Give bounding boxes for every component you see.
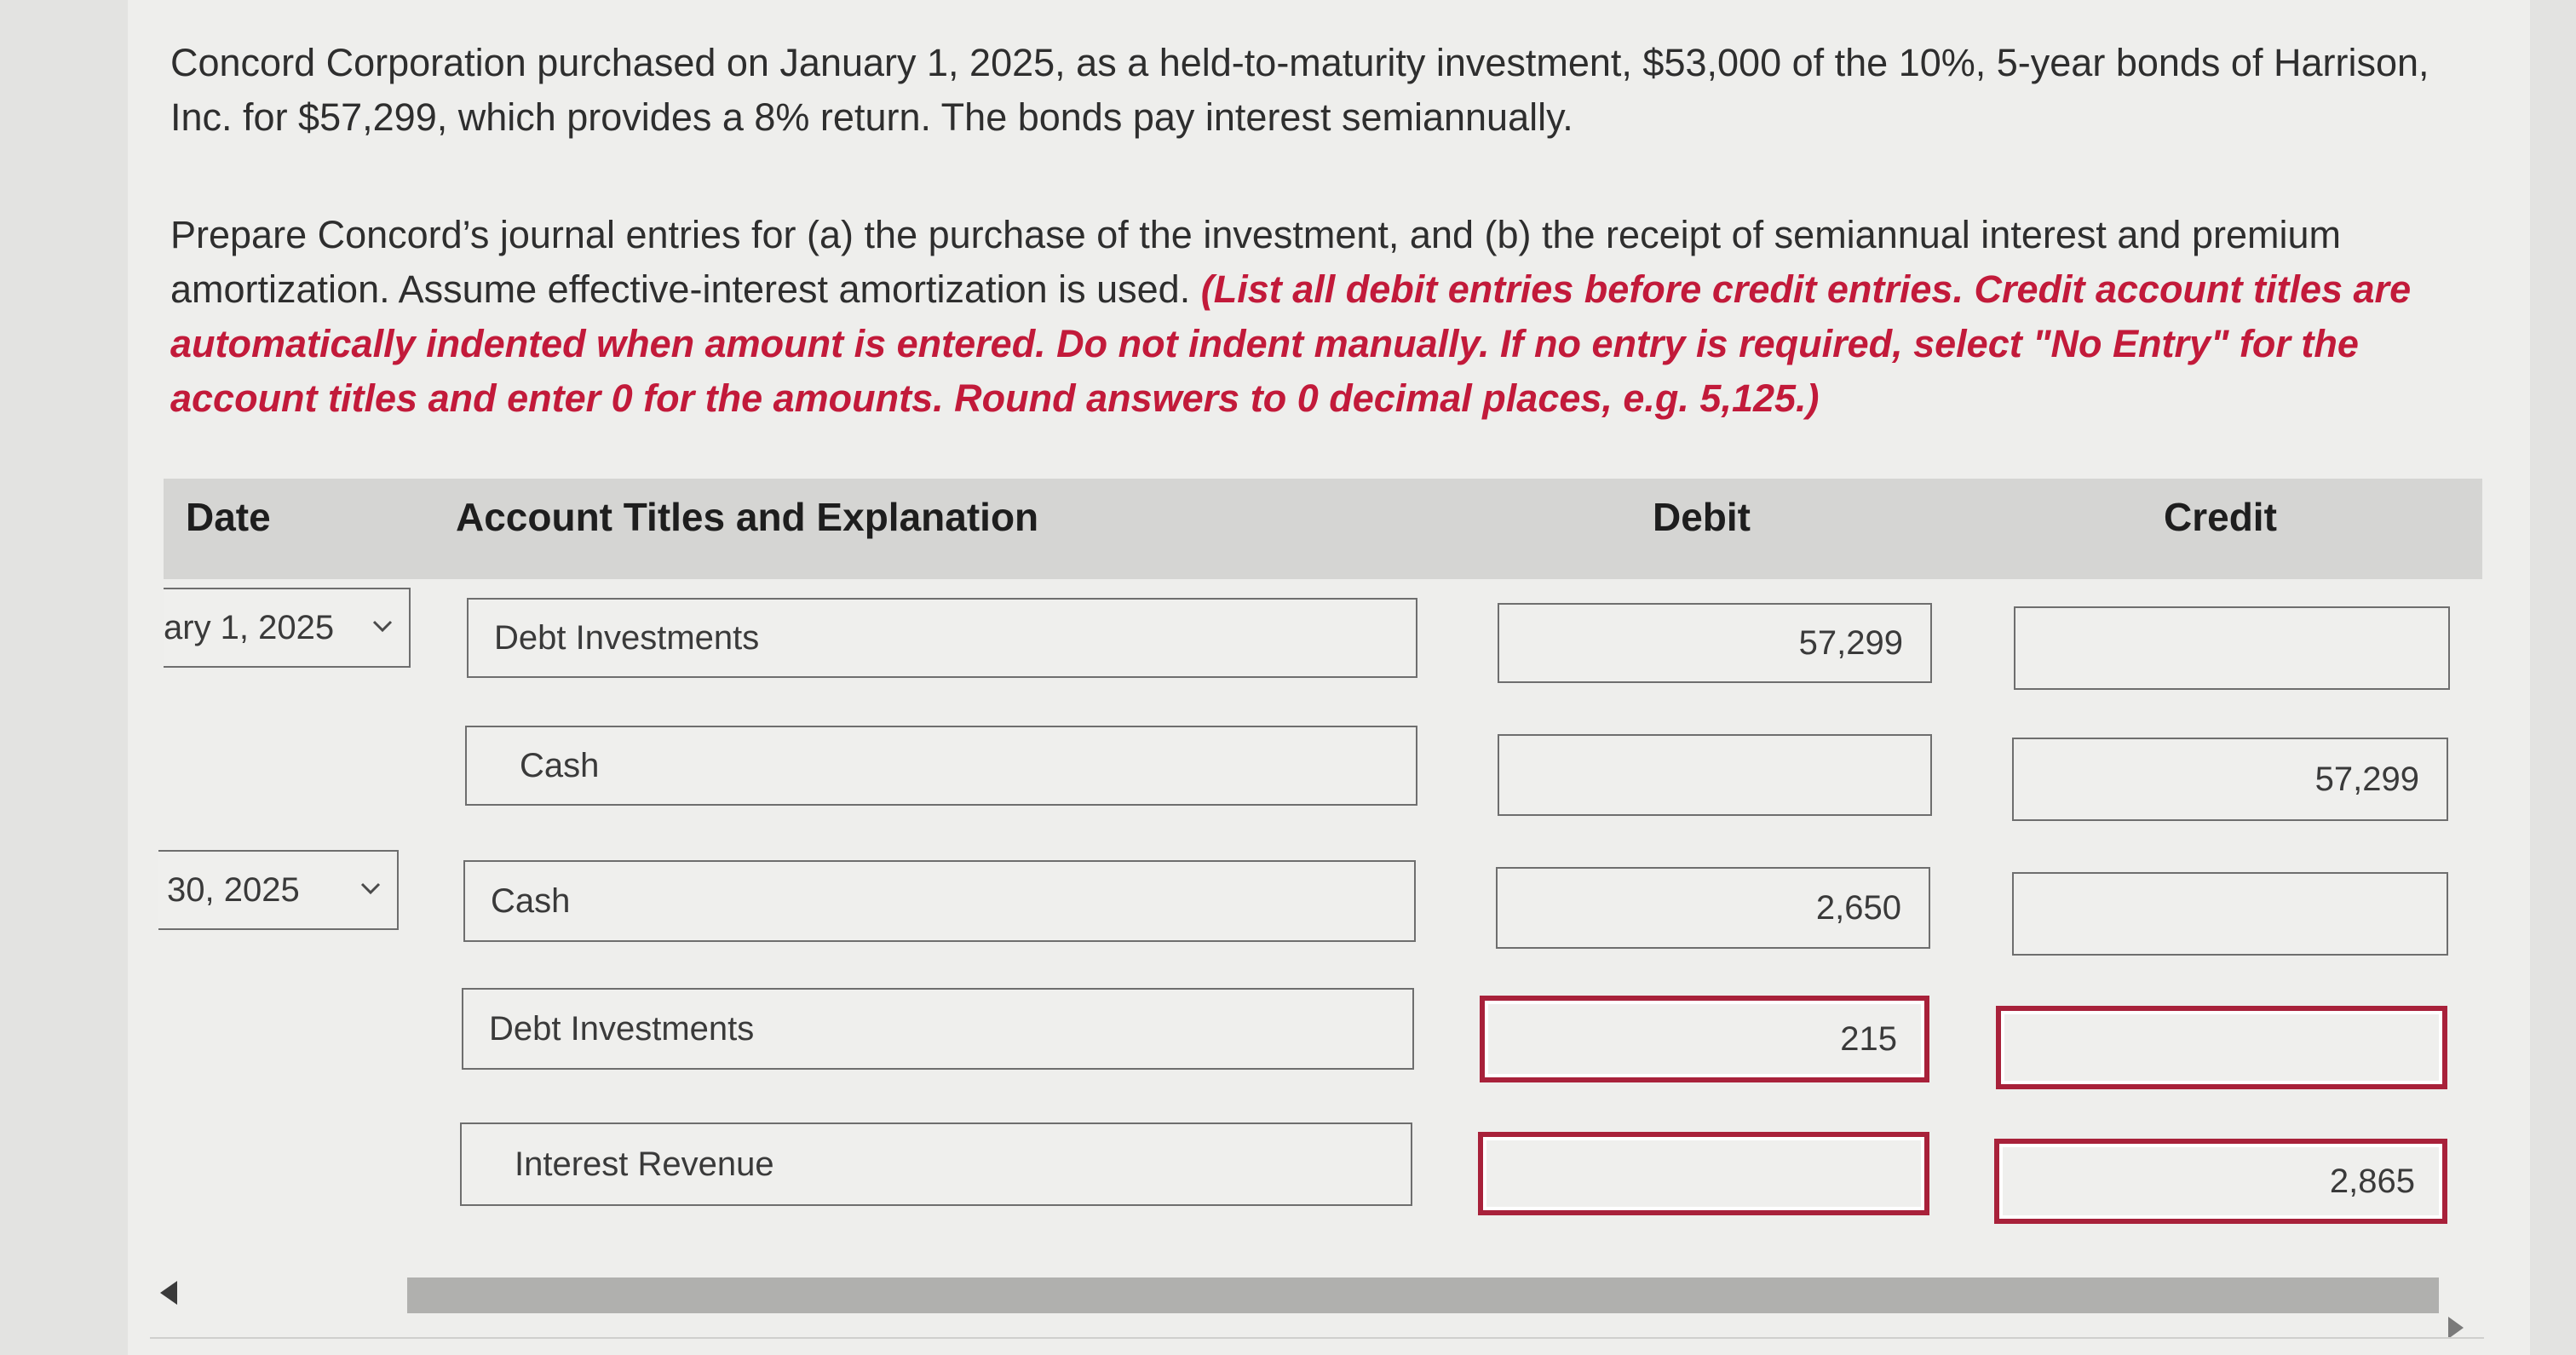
- account-value: Cash: [520, 746, 600, 784]
- debit-value: 2,650: [1815, 888, 1901, 927]
- account-field-row3[interactable]: Cash: [463, 860, 1416, 942]
- account-field-row1[interactable]: Debt Investments: [467, 598, 1417, 678]
- debit-field-row5[interactable]: [1478, 1132, 1929, 1215]
- credit-field-row2[interactable]: 57,299: [2012, 738, 2448, 821]
- debit-value: 57,299: [1798, 623, 1903, 662]
- problem-intro: Concord Corporation purchased on January…: [170, 41, 2429, 139]
- account-field-row2[interactable]: Cash: [465, 726, 1417, 806]
- problem-task: Prepare Concord’s journal entries for (a…: [170, 208, 2487, 426]
- debit-field-row4[interactable]: 215: [1480, 996, 1929, 1082]
- date-select-row1[interactable]: ary 1, 2025: [164, 588, 411, 668]
- credit-field-row3[interactable]: [2012, 872, 2448, 956]
- credit-field-row4[interactable]: [1996, 1006, 2447, 1089]
- scroll-left-arrow-icon[interactable]: [160, 1281, 177, 1305]
- debit-field-row2[interactable]: [1498, 734, 1932, 816]
- header-account: Account Titles and Explanation: [456, 495, 1039, 539]
- header-debit: Debit: [1653, 495, 1751, 539]
- account-value: Cash: [491, 881, 571, 920]
- scroll-right-arrow-icon[interactable]: [2448, 1317, 2464, 1339]
- credit-value: 57,299: [2314, 760, 2419, 798]
- date-value: ary 1, 2025: [164, 608, 335, 646]
- account-field-row5[interactable]: Interest Revenue: [460, 1122, 1412, 1206]
- credit-value: 2,865: [2329, 1162, 2415, 1200]
- debit-field-row3[interactable]: 2,650: [1496, 867, 1930, 949]
- chevron-down-icon: [360, 882, 381, 895]
- date-value: 30, 2025: [167, 870, 300, 909]
- header-date: Date: [186, 495, 271, 539]
- account-value: Debt Investments: [494, 618, 760, 657]
- account-value: Interest Revenue: [515, 1145, 774, 1183]
- header-credit: Credit: [2164, 495, 2277, 539]
- horizontal-scrollbar[interactable]: [407, 1277, 2439, 1313]
- divider: [150, 1337, 2484, 1339]
- date-select-row3[interactable]: 30, 2025: [158, 850, 399, 930]
- debit-value: 215: [1840, 1019, 1897, 1058]
- chevron-down-icon: [372, 620, 393, 633]
- credit-field-row1[interactable]: [2014, 606, 2450, 690]
- account-field-row4[interactable]: Debt Investments: [462, 988, 1414, 1070]
- credit-field-row5[interactable]: 2,865: [1994, 1139, 2447, 1224]
- debit-field-row1[interactable]: 57,299: [1498, 603, 1932, 683]
- account-value: Debt Investments: [489, 1009, 755, 1048]
